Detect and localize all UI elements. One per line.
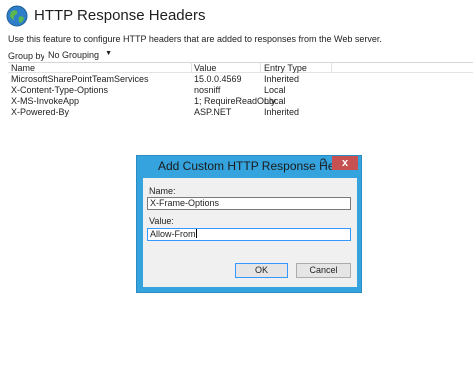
close-icon: x bbox=[341, 157, 349, 169]
row-value: ASP.NET bbox=[194, 107, 232, 117]
value-label: Value: bbox=[149, 216, 174, 226]
help-button[interactable]: ? bbox=[316, 157, 330, 169]
row-value: nosniff bbox=[194, 85, 221, 95]
row-entry-type: Inherited bbox=[264, 107, 300, 117]
table-row[interactable]: X-Powered-By ASP.NET Inherited bbox=[8, 107, 308, 117]
row-name: X-Content-Type-Options bbox=[11, 85, 109, 95]
column-header-entry-type[interactable]: Entry Type bbox=[264, 63, 307, 73]
row-name: X-MS-InvokeApp bbox=[11, 96, 80, 106]
text-caret bbox=[195, 229, 197, 238]
table-row[interactable]: X-MS-InvokeApp 1; RequireReadOnly Local bbox=[8, 96, 308, 106]
globe-icon bbox=[6, 5, 28, 27]
group-by-value: No Grouping bbox=[48, 50, 100, 60]
row-name: MicrosoftSharePointTeamServices bbox=[11, 74, 149, 84]
column-divider[interactable] bbox=[191, 62, 192, 73]
row-entry-type: Local bbox=[264, 85, 286, 95]
group-by-dropdown[interactable]: No Grouping ▼ bbox=[44, 48, 114, 62]
name-field[interactable]: X-Frame-Options bbox=[147, 197, 351, 210]
row-entry-type: Inherited bbox=[264, 74, 300, 84]
ok-button[interactable]: OK bbox=[235, 263, 288, 278]
column-divider[interactable] bbox=[331, 62, 332, 73]
value-field[interactable]: Allow-From bbox=[147, 228, 351, 241]
chevron-down-icon: ▼ bbox=[105, 50, 112, 57]
column-divider[interactable] bbox=[260, 62, 261, 73]
table-row[interactable]: X-Content-Type-Options nosniff Local bbox=[8, 85, 308, 95]
page-title: HTTP Response Headers bbox=[34, 7, 206, 24]
value-field-value: Allow-From bbox=[150, 229, 196, 239]
row-value: 15.0.0.4569 bbox=[194, 74, 242, 84]
column-header-value[interactable]: Value bbox=[194, 63, 216, 73]
name-label: Name: bbox=[149, 186, 176, 196]
group-by-label: Group by: bbox=[8, 51, 48, 61]
row-name: X-Powered-By bbox=[11, 107, 70, 117]
close-button[interactable]: x bbox=[332, 156, 358, 170]
list-column-header: Name Value Entry Type bbox=[8, 62, 473, 73]
column-header-name[interactable]: Name bbox=[11, 63, 35, 73]
name-field-value: X-Frame-Options bbox=[150, 198, 220, 208]
table-row[interactable]: MicrosoftSharePointTeamServices 15.0.0.4… bbox=[8, 74, 308, 84]
cancel-button[interactable]: Cancel bbox=[296, 263, 351, 278]
row-entry-type: Local bbox=[264, 96, 286, 106]
page-description: Use this feature to configure HTTP heade… bbox=[8, 34, 382, 44]
